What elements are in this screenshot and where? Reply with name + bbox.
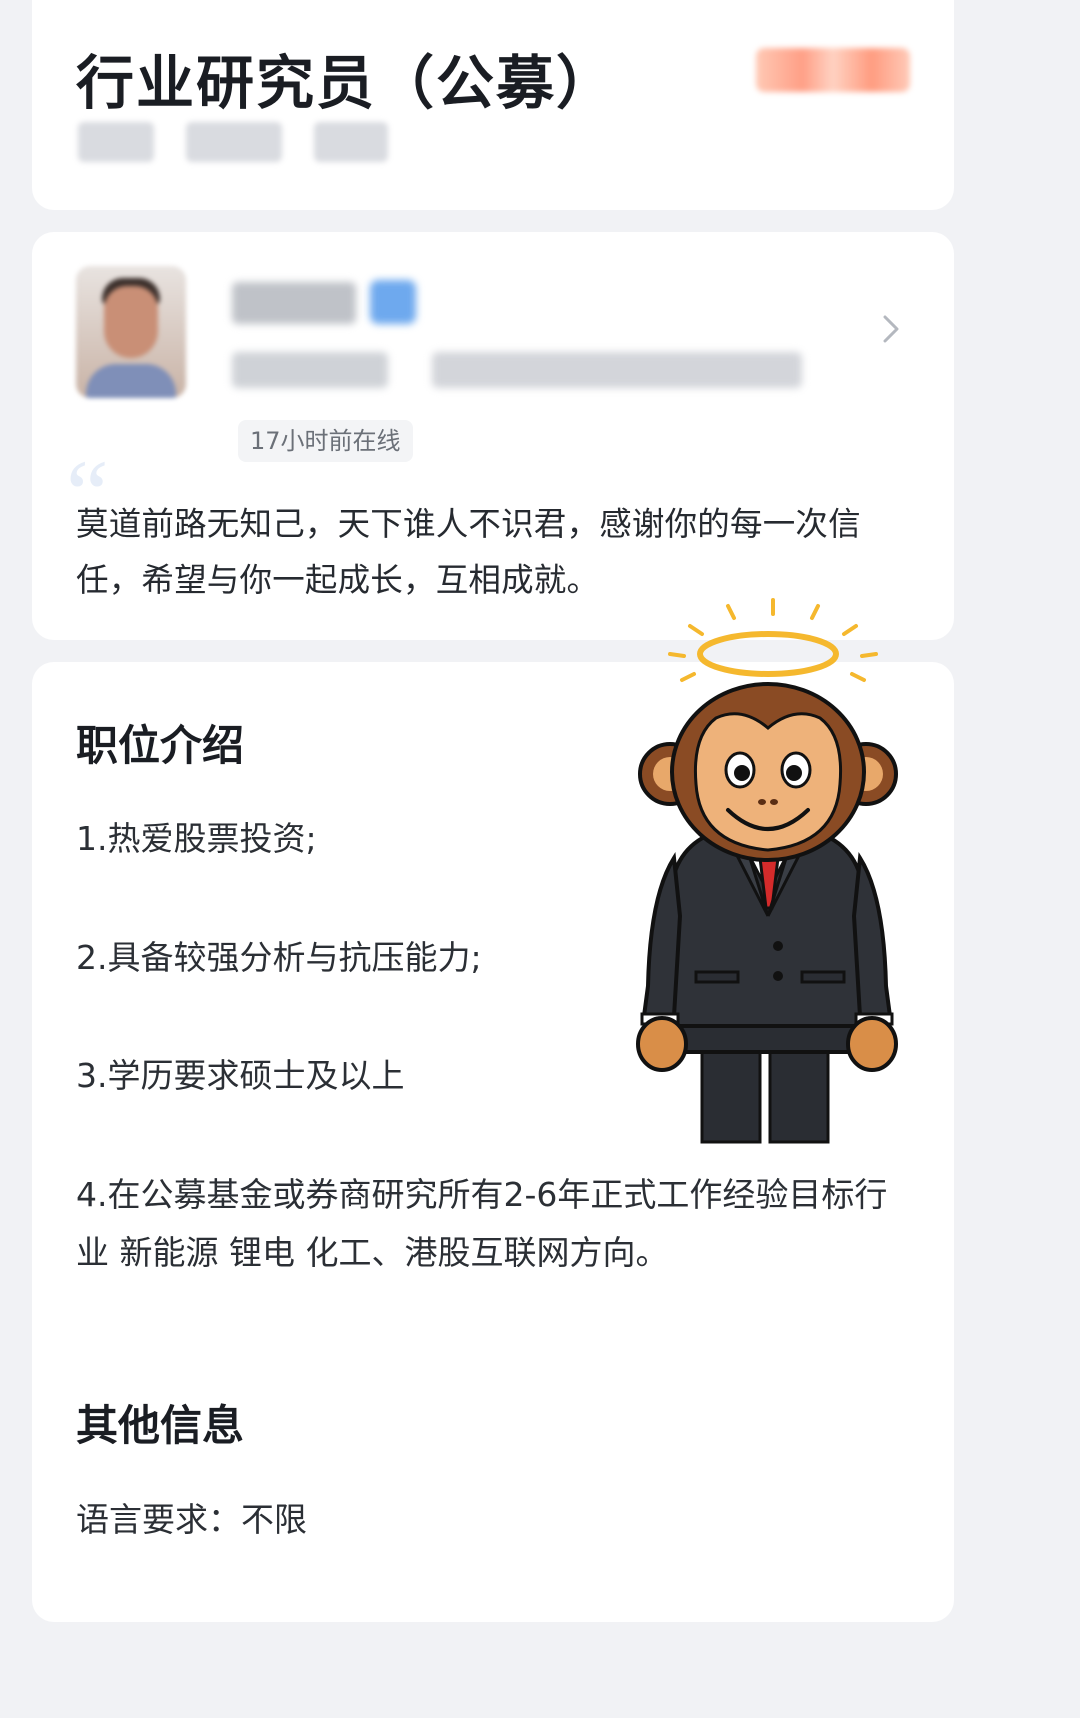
job-title: 行业研究员（公募） [76,49,617,117]
online-status: 17小时前在线 [238,420,413,462]
job-meta-row [78,122,388,162]
requirement-item: 2.具备较强分析与抗压能力; [76,938,482,977]
recruiter-company-redacted [232,352,388,388]
meta-city-redacted [78,122,154,162]
monkey-sticker [636,598,898,1144]
requirement-item: 4.在公募基金或券商研究所有2-6年正式工作经验目标行业 新能源 锂电 化工、港… [76,1175,888,1272]
language-requirement: 语言要求：不限 [76,1500,307,1539]
requirement-item: 1.热爱股票投资; [76,819,317,858]
meta-education-redacted [314,122,388,162]
verified-badge-icon [370,280,416,324]
requirement-item: 3.学历要求硕士及以上 [76,1056,405,1095]
chevron-right-icon[interactable] [878,312,904,346]
section-title-other-info: 其他信息 [76,1401,245,1450]
recruiter-position-redacted [432,352,802,388]
section-title-job-intro: 职位介绍 [76,721,245,770]
recruiter-card[interactable]: 17小时前在线 “ 莫道前路无知己，天下谁人不识君，感谢你的每一次信任，希望与你… [32,232,954,640]
meta-experience-redacted [186,122,282,162]
recruiter-avatar [76,266,186,398]
salary-redacted [756,48,910,92]
recruiter-name-redacted [232,282,356,324]
job-header-card: 行业研究员（公募） [32,0,954,210]
recruiter-motto: 莫道前路无知己，天下谁人不识君，感谢你的每一次信任，希望与你一起成长，互相成就。 [76,505,861,599]
